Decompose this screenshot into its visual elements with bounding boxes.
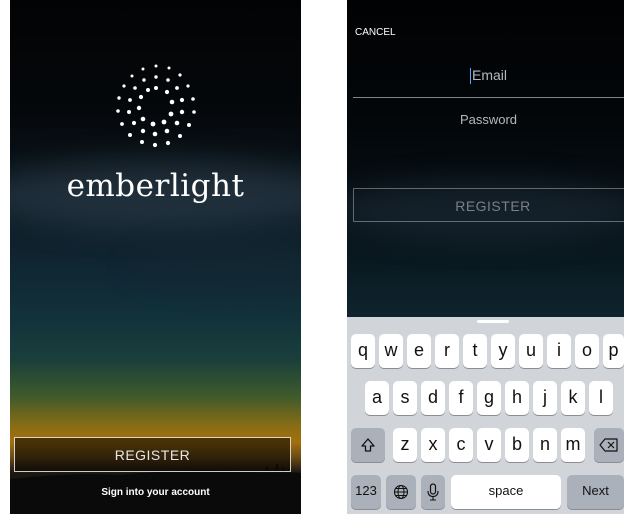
cancel-button[interactable]: CANCEL [355, 27, 396, 38]
key-i[interactable]: i [547, 334, 571, 368]
text-cursor [469, 68, 471, 85]
key-y[interactable]: y [491, 334, 515, 368]
email-field[interactable]: Email [353, 64, 624, 98]
next-key[interactable]: Next [567, 475, 624, 509]
key-f[interactable]: f [449, 381, 473, 415]
key-t[interactable]: t [463, 334, 487, 368]
register-button[interactable]: REGISTER [14, 437, 291, 472]
key-s[interactable]: s [393, 381, 417, 415]
space-key[interactable]: space [451, 475, 561, 509]
key-k[interactable]: k [561, 381, 585, 415]
delete-icon [599, 438, 618, 452]
cloud-decoration [130, 240, 301, 290]
numbers-key[interactable]: 123 [351, 475, 381, 509]
key-h[interactable]: h [505, 381, 529, 415]
key-l[interactable]: l [589, 381, 613, 415]
sign-in-link[interactable]: Sign into your account [10, 487, 301, 498]
key-j[interactable]: j [533, 381, 557, 415]
sun-dots-icon [116, 64, 196, 148]
brand-wordmark: emberlight [66, 168, 245, 204]
microphone-icon [427, 483, 439, 501]
key-d[interactable]: d [421, 381, 445, 415]
key-v[interactable]: v [477, 428, 501, 462]
key-e[interactable]: e [407, 334, 431, 368]
globe-key[interactable] [386, 475, 416, 509]
key-a[interactable]: a [365, 381, 389, 415]
delete-key[interactable] [594, 428, 624, 462]
key-m[interactable]: m [561, 428, 585, 462]
keyboard-handle [477, 320, 509, 323]
email-placeholder: Email [471, 67, 507, 83]
microphone-key[interactable] [421, 475, 445, 509]
key-p[interactable]: p [603, 334, 624, 368]
key-u[interactable]: u [519, 334, 543, 368]
key-w[interactable]: w [379, 334, 403, 368]
key-z[interactable]: z [393, 428, 417, 462]
password-field[interactable]: Password [353, 112, 624, 127]
key-c[interactable]: c [449, 428, 473, 462]
on-screen-keyboard: q w e r t y u i o p a s d f g h j k l z … [347, 317, 624, 514]
globe-icon [393, 485, 409, 500]
welcome-screen: emberlight REGISTER Sign into your accou… [10, 0, 301, 514]
key-g[interactable]: g [477, 381, 501, 415]
key-q[interactable]: q [351, 334, 375, 368]
shift-icon [361, 438, 375, 452]
register-screen: CANCEL Email Password REGISTER q w e r t… [347, 0, 624, 514]
shift-key[interactable] [351, 428, 385, 462]
key-b[interactable]: b [505, 428, 529, 462]
key-n[interactable]: n [533, 428, 557, 462]
key-x[interactable]: x [421, 428, 445, 462]
key-o[interactable]: o [575, 334, 599, 368]
register-button[interactable]: REGISTER [353, 188, 624, 222]
key-r[interactable]: r [435, 334, 459, 368]
